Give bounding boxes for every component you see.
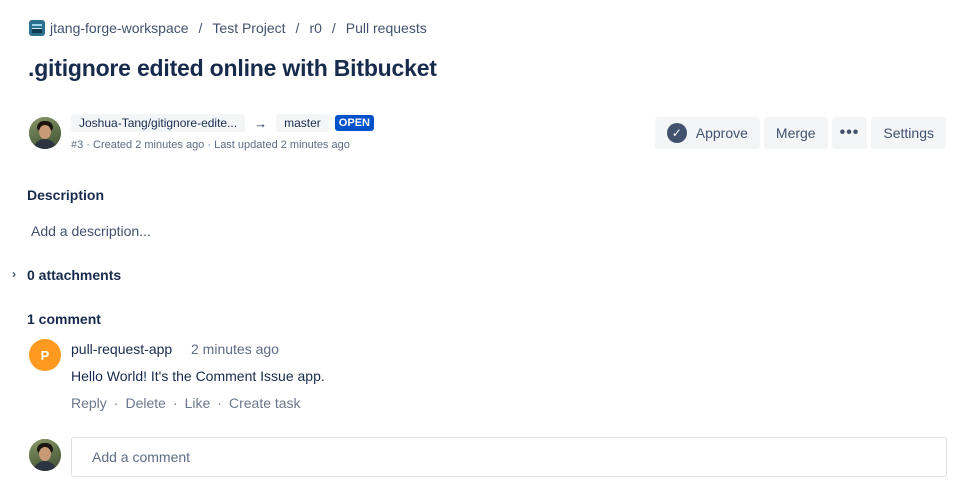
reply-link[interactable]: Reply	[71, 395, 107, 411]
breadcrumb-pull-requests[interactable]: Pull requests	[346, 20, 427, 36]
status-badge: OPEN	[334, 115, 374, 131]
like-link[interactable]: Like	[185, 395, 211, 411]
breadcrumb-separator: /	[198, 20, 203, 36]
target-branch[interactable]: master	[276, 114, 329, 132]
breadcrumb: jtang-forge-workspace / Test Project / r…	[29, 19, 427, 37]
page-title: .gitignore edited online with Bitbucket	[28, 55, 437, 81]
breadcrumb-separator: /	[331, 20, 336, 36]
comments-count: 1 comment	[27, 311, 101, 327]
separator-dot: ·	[217, 395, 222, 411]
create-task-link[interactable]: Create task	[229, 395, 301, 411]
delete-link[interactable]: Delete	[125, 395, 165, 411]
description-heading: Description	[27, 187, 105, 203]
separator-dot: ·	[172, 395, 178, 411]
check-circle-icon: ✓	[666, 123, 687, 143]
breadcrumb-workspace[interactable]: jtang-forge-workspace	[50, 20, 189, 36]
add-comment-input[interactable]: Add a comment	[71, 437, 947, 477]
comment-author[interactable]: pull-request-app	[71, 341, 172, 357]
chevron-right-icon[interactable]: ›	[12, 267, 16, 281]
pr-actions: ✓ Approve Merge ••• Settings	[654, 117, 946, 149]
breadcrumb-project[interactable]: Test Project	[212, 20, 285, 36]
workspace-icon	[29, 20, 45, 36]
attachments-toggle[interactable]: 0 attachments	[27, 267, 121, 283]
source-branch[interactable]: Joshua-Tang/gitignore-edite...	[71, 114, 246, 132]
commenter-avatar[interactable]: P	[29, 339, 61, 371]
author-avatar[interactable]	[29, 117, 61, 149]
approve-button[interactable]: ✓ Approve	[654, 117, 760, 149]
separator-dot: ·	[113, 395, 119, 411]
arrow-right-icon: →	[254, 115, 268, 131]
approve-label: Approve	[695, 125, 748, 141]
pr-metadata: #3 · Created 2 minutes ago · Last update…	[71, 139, 350, 151]
breadcrumb-repo[interactable]: r0	[309, 20, 321, 36]
comment-actions: Reply · Delete · Like · Create task	[71, 395, 301, 411]
branch-info: Joshua-Tang/gitignore-edite... → master …	[71, 114, 374, 132]
settings-button[interactable]: Settings	[871, 117, 946, 149]
merge-button[interactable]: Merge	[763, 117, 828, 149]
comment-body: Hello World! It's the Comment Issue app.	[71, 368, 325, 384]
current-user-avatar	[29, 439, 61, 471]
description-input[interactable]: Add a description...	[31, 223, 151, 239]
more-actions-icon[interactable]: •••	[831, 117, 868, 149]
breadcrumb-separator: /	[295, 20, 300, 36]
comment-timestamp[interactable]: 2 minutes ago	[191, 341, 279, 357]
